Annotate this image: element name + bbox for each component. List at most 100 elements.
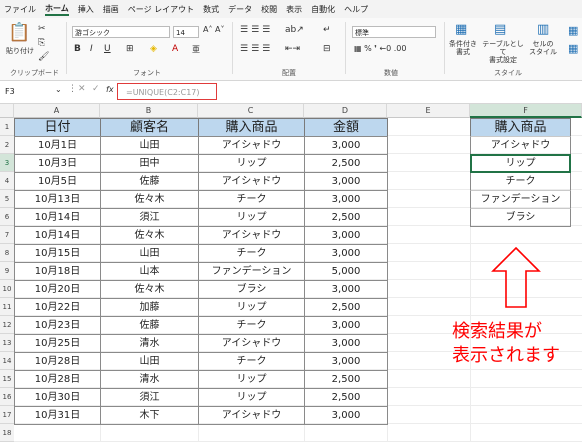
format-as-table-button[interactable]: テーブルとして 書式設定 bbox=[482, 40, 524, 64]
table-cell[interactable]: 清水 bbox=[100, 334, 199, 353]
table-cell[interactable]: アイシャドウ bbox=[198, 226, 305, 245]
ribbon-tab[interactable]: データ bbox=[228, 4, 252, 15]
cell-style-button[interactable]: セルの スタイル bbox=[527, 40, 559, 56]
table-cell[interactable]: 10月1日 bbox=[14, 136, 101, 155]
conditional-format-icon[interactable]: ▦ bbox=[455, 22, 467, 37]
row-header[interactable]: 15 bbox=[0, 370, 14, 388]
unique-header-cell[interactable]: 購入商品 bbox=[470, 118, 571, 137]
table-cell[interactable]: 須江 bbox=[100, 388, 199, 407]
row-header[interactable]: 18 bbox=[0, 424, 14, 442]
table-cell[interactable]: 5,000 bbox=[304, 262, 388, 281]
table-cell[interactable]: 10月14日 bbox=[14, 226, 101, 245]
table-cell[interactable]: 3,000 bbox=[304, 136, 388, 155]
row-header[interactable]: 6 bbox=[0, 208, 14, 226]
column-header[interactable]: F bbox=[470, 104, 582, 118]
column-header[interactable]: A bbox=[14, 104, 100, 118]
select-all-corner[interactable] bbox=[0, 104, 14, 118]
ribbon-tab[interactable]: ページ レイアウト bbox=[128, 4, 194, 15]
ribbon-tab[interactable]: 表示 bbox=[286, 4, 302, 15]
conditional-format-button[interactable]: 条件付き 書式 bbox=[447, 40, 479, 56]
table-cell[interactable]: 3,000 bbox=[304, 190, 388, 209]
row-header[interactable]: 11 bbox=[0, 298, 14, 316]
table-cell[interactable]: 田中 bbox=[100, 154, 199, 173]
name-box[interactable]: F3 bbox=[2, 85, 57, 99]
table-cell[interactable]: チーク bbox=[198, 352, 305, 371]
table-header-cell[interactable]: 金額 bbox=[304, 118, 388, 137]
table-cell[interactable]: 10月20日 bbox=[14, 280, 101, 299]
indent-icon[interactable]: ⇤⇥ bbox=[285, 44, 300, 54]
format-painter-icon[interactable]: 🖌 bbox=[38, 52, 49, 62]
orientation-icon[interactable]: ab↗ bbox=[285, 25, 304, 35]
table-cell[interactable]: アイシャドウ bbox=[198, 136, 305, 155]
table-cell[interactable]: 2,500 bbox=[304, 208, 388, 227]
font-grow-icon[interactable]: A˄ A˅ bbox=[203, 25, 225, 34]
table-cell[interactable]: 10月15日 bbox=[14, 244, 101, 263]
table-cell[interactable]: 10月13日 bbox=[14, 190, 101, 209]
row-header[interactable]: 17 bbox=[0, 406, 14, 424]
format-as-table-icon[interactable]: ▤ bbox=[494, 22, 506, 37]
table-cell[interactable]: 佐藤 bbox=[100, 316, 199, 335]
table-cell[interactable]: 佐々木 bbox=[100, 280, 199, 299]
table-cell[interactable]: 3,000 bbox=[304, 334, 388, 353]
row-header[interactable]: 13 bbox=[0, 334, 14, 352]
row-header[interactable]: 4 bbox=[0, 172, 14, 190]
ribbon-tab[interactable]: 校閲 bbox=[261, 4, 277, 15]
unique-result-cell[interactable]: ブラシ bbox=[470, 208, 571, 227]
table-cell[interactable]: 須江 bbox=[100, 208, 199, 227]
number-buttons[interactable]: ▦ % ❜ ←0 .00 bbox=[354, 44, 406, 53]
table-cell[interactable]: 2,500 bbox=[304, 388, 388, 407]
table-cell[interactable]: 3,000 bbox=[304, 226, 388, 245]
table-cell[interactable]: アイシャドウ bbox=[198, 172, 305, 191]
table-cell[interactable]: 10月28日 bbox=[14, 352, 101, 371]
bold-button[interactable]: B bbox=[74, 44, 81, 54]
table-cell[interactable]: 清水 bbox=[100, 370, 199, 389]
table-cell[interactable]: 10月14日 bbox=[14, 208, 101, 227]
table-cell[interactable]: 山田 bbox=[100, 352, 199, 371]
table-cell[interactable]: 佐々木 bbox=[100, 226, 199, 245]
table-cell[interactable]: リップ bbox=[198, 370, 305, 389]
table-cell[interactable]: 3,000 bbox=[304, 406, 388, 425]
column-header[interactable]: D bbox=[304, 104, 387, 118]
row-header[interactable]: 12 bbox=[0, 316, 14, 334]
align-horizontal-icons[interactable]: ☰☰☰ bbox=[240, 44, 273, 54]
insert-cells-icon[interactable]: ▦ bbox=[568, 24, 578, 37]
row-header[interactable]: 5 bbox=[0, 190, 14, 208]
ribbon-tab[interactable]: 数式 bbox=[203, 4, 219, 15]
name-box-dropdown-icon[interactable]: ⌄ bbox=[55, 85, 62, 94]
table-cell[interactable]: 佐藤 bbox=[100, 172, 199, 191]
function-icon[interactable]: fx bbox=[106, 85, 114, 94]
table-cell[interactable]: 3,000 bbox=[304, 352, 388, 371]
row-header[interactable]: 2 bbox=[0, 136, 14, 154]
ribbon-tab[interactable]: ファイル bbox=[4, 4, 36, 15]
paste-icon[interactable]: 📋 bbox=[8, 22, 30, 43]
table-cell[interactable]: 3,000 bbox=[304, 172, 388, 191]
align-vertical-icons[interactable]: ☰☰☰ bbox=[240, 25, 273, 35]
row-header[interactable]: 10 bbox=[0, 280, 14, 298]
table-cell[interactable]: リップ bbox=[198, 388, 305, 407]
paste-button[interactable]: 貼り付け bbox=[6, 46, 34, 56]
fill-color-icon[interactable]: ◈ bbox=[150, 44, 157, 54]
cut-icon[interactable]: ✂ bbox=[38, 24, 46, 34]
ribbon-tab[interactable]: 挿入 bbox=[78, 4, 94, 15]
table-cell[interactable]: チーク bbox=[198, 316, 305, 335]
table-cell[interactable]: 山田 bbox=[100, 136, 199, 155]
table-cell[interactable]: 2,500 bbox=[304, 370, 388, 389]
row-header[interactable]: 14 bbox=[0, 352, 14, 370]
column-header[interactable]: B bbox=[100, 104, 198, 118]
row-header[interactable]: 7 bbox=[0, 226, 14, 244]
border-icon[interactable]: ⊞ bbox=[126, 44, 134, 54]
cell-style-icon[interactable]: ▥ bbox=[537, 22, 549, 37]
font-color-icon[interactable]: A bbox=[172, 44, 178, 54]
underline-button[interactable]: U bbox=[104, 44, 111, 54]
column-header[interactable]: C bbox=[198, 104, 304, 118]
table-header-cell[interactable]: 日付 bbox=[14, 118, 101, 137]
cancel-icon[interactable]: ✕ bbox=[78, 84, 86, 94]
table-cell[interactable]: ファンデーション bbox=[198, 262, 305, 281]
unique-result-cell[interactable]: チーク bbox=[470, 172, 571, 191]
row-header[interactable]: 16 bbox=[0, 388, 14, 406]
phonetic-icon[interactable]: 亜 bbox=[192, 44, 200, 55]
font-name-select[interactable]: 游ゴシック bbox=[72, 26, 170, 38]
table-cell[interactable]: 佐々木 bbox=[100, 190, 199, 209]
table-header-cell[interactable]: 顧客名 bbox=[100, 118, 199, 137]
table-cell[interactable]: リップ bbox=[198, 298, 305, 317]
